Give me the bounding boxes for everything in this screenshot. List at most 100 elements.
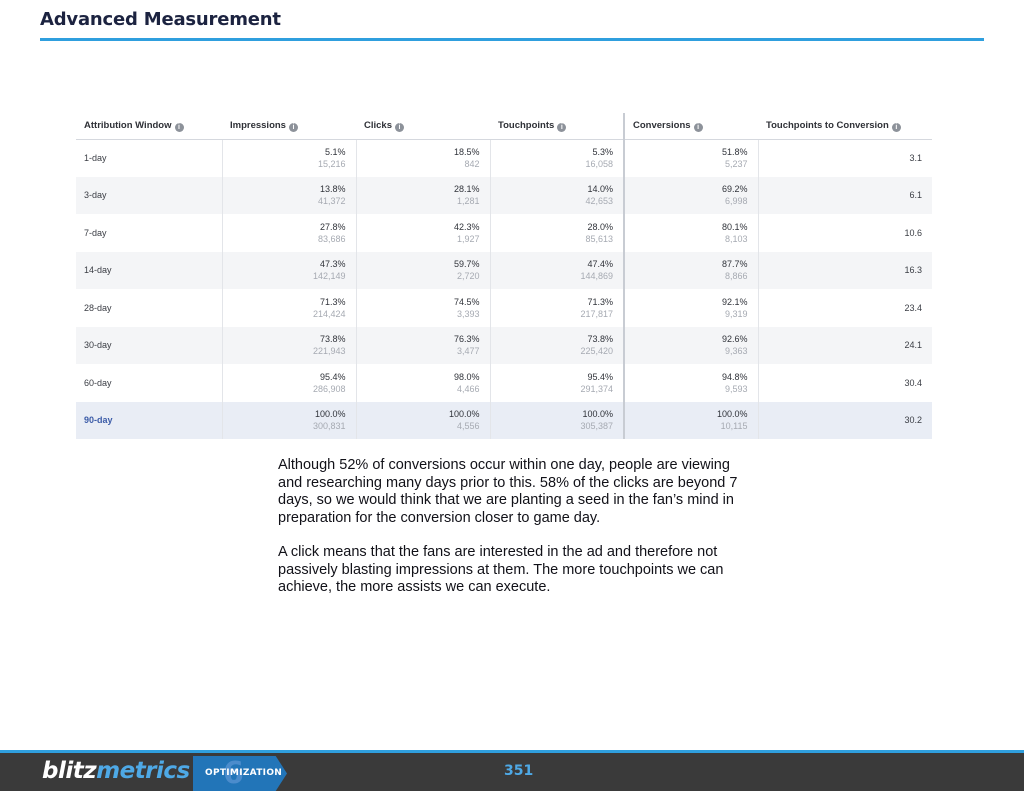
info-icon[interactable]: i [395,122,404,132]
table-row[interactable]: 90-day 100.0% 300,831 100.0% 4,556 100.0% 305,… [76,401,932,439]
touchpoints-count: 42,653 [585,196,613,207]
touchpoints-count: 291,374 [580,383,613,394]
clicks-percent: 28.1% [453,184,480,195]
cell-clicks: 28.1% 1,281 [355,176,490,214]
cell-impressions: 100.0% 300,831 [221,401,356,439]
clicks-percent: 98.0% [453,371,480,382]
info-icon[interactable]: i [557,122,567,132]
impressions-count: 300,831 [312,421,346,432]
touchpoints-count: 16,058 [585,159,613,169]
table-row[interactable]: 28-day 71.3% 214,424 74.5% 3,393 71.3% 217,817… [76,289,932,327]
table-body: 1-day 5.1% 15,216 18.5% 842 5.3% 16,058 51.8% 5,… [76,139,932,439]
cell-impressions: 73.8% 221,943 [221,326,356,364]
table-row[interactable]: 1-day 5.1% 15,216 18.5% 842 5.3% 16,058 51.8% 5,… [76,139,932,177]
info-icon[interactable]: i [693,122,703,132]
touchpoints-percent: 14.0% [587,184,613,195]
touchpoints-count: 217,817 [580,308,613,319]
column-header-conversions[interactable]: Conversions i [623,113,758,140]
touchpoints-percent: 73.8% [587,334,613,345]
cell-clicks: 98.0% 4,466 [355,364,490,402]
cell-clicks: 18.5% 842 [355,139,490,177]
blitzmetrics-logo: blitzmetrics [42,758,190,784]
conversions-percent: 80.1% [721,221,748,232]
cell-touchpoints: 14.0% 42,653 [489,176,624,214]
impressions-count: 221,943 [312,346,346,357]
cell-attribution-window: 14-day [76,251,222,289]
cell-attribution-window: 7-day [84,227,107,238]
title-divider [40,38,984,41]
cell-clicks: 42.3% 1,927 [355,214,490,252]
conversions-count: 5,237 [724,159,748,169]
table-row[interactable]: 3-day 13.8% 41,372 28.1% 1,281 14.0% 42,653 69.… [76,176,932,214]
section-label: OPTIMIZATION [205,768,283,778]
impressions-count: 83,686 [317,233,346,244]
cell-attribution-window: 30-day [76,326,222,364]
clicks-count: 842 [464,159,480,169]
column-header-touchpoints[interactable]: Touchpoints i [490,113,624,140]
cell-impressions: 13.8% 41,372 [221,176,356,214]
touchpoints-percent: 71.3% [587,296,613,307]
body-text: Although 52% of conversions occur within… [278,457,754,614]
clicks-count: 3,477 [456,346,480,357]
column-header-attribution-window[interactable]: Attribution Window i [76,113,222,140]
touchpoints-percent: 28.0% [587,221,613,232]
cell-attribution-window: 28-day [84,302,112,313]
body-paragraph-1: Although 52% of conversions occur within… [278,457,738,526]
cell-attribution-window: 1-day [84,153,107,163]
conversions-count: 9,319 [724,308,748,319]
cell-clicks: 74.5% 3,393 [355,289,490,327]
table-header-row: Attribution Window i Impressions i Clicks i… [76,113,932,140]
clicks-percent: 100.0% [448,409,480,420]
cell-touchpoints-to-conversion: 23.4 [757,289,932,327]
clicks-percent: 18.5% [453,147,480,157]
cell-attribution-window: 90-day [76,401,222,439]
conversions-percent: 100.0% [716,409,748,420]
impressions-percent: 13.8% [319,184,346,195]
attribution-table-container: Attribution Window i Impressions i Clicks i… [76,113,932,439]
body-paragraph-2: A click means that the fans are interest… [278,544,724,595]
clicks-percent: 74.5% [453,296,480,307]
section-badge: 6 OPTIMIZATION [193,756,287,791]
impressions-percent: 95.4% [319,371,346,382]
column-header-clicks[interactable]: Clicks i [356,113,490,140]
conversions-count: 8,866 [724,271,748,282]
cell-conversions: 87.7% 8,866 [623,251,758,289]
table-row[interactable]: 60-day 95.4% 286,908 98.0% 4,466 95.4% 291,374… [76,364,932,402]
cell-clicks: 76.3% 3,477 [355,326,490,364]
table-row[interactable]: 14-day 47.3% 142,149 59.7% 2,720 47.4% 144,869… [76,251,932,289]
conversions-count: 9,593 [724,383,748,394]
conversions-percent: 51.8% [721,147,748,157]
clicks-percent: 42.3% [453,221,480,232]
cell-touchpoints-to-conversion: 24.1 [757,326,932,364]
cell-impressions: 95.4% 286,908 [221,364,356,402]
clicks-count: 4,466 [456,383,480,394]
clicks-count: 3,393 [456,308,480,319]
cell-touchpoints: 5.3% 16,058 [489,139,624,177]
conversions-percent: 87.7% [721,259,748,270]
conversions-count: 10,115 [720,421,748,432]
cell-touchpoints-to-conversion: 30.4 [757,364,932,402]
cell-touchpoints-to-conversion: 3.1 [757,139,932,177]
impressions-percent: 27.8% [319,221,346,232]
info-icon[interactable]: i [288,122,298,132]
clicks-count: 2,720 [456,271,480,282]
touchpoints-percent: 47.4% [587,259,613,270]
cell-conversions: 100.0% 10,115 [623,401,758,439]
info-icon[interactable]: i [174,122,184,132]
touchpoints-percent: 95.4% [587,371,613,382]
cell-touchpoints: 47.4% 144,869 [489,251,624,289]
cell-conversions: 92.6% 9,363 [623,326,758,364]
cell-impressions: 5.1% 15,216 [221,139,356,177]
touchpoints-percent: 100.0% [582,409,613,420]
table-row[interactable]: 7-day 27.8% 83,686 42.3% 1,927 28.0% 85,613 80.… [76,214,932,252]
touchpoints-percent: 5.3% [592,147,613,157]
cell-touchpoints: 95.4% 291,374 [489,364,624,402]
cell-clicks: 100.0% 4,556 [355,401,490,439]
touchpoints-count: 225,420 [580,346,613,357]
touchpoints-count: 305,387 [580,421,613,432]
cell-conversions: 92.1% 9,319 [623,289,758,327]
column-header-touchpoints-to-conversion[interactable]: Touchpoints to Conversion i [758,113,932,140]
info-icon[interactable]: i [891,122,901,132]
column-header-impressions[interactable]: Impressions i [222,113,356,140]
table-row[interactable]: 30-day 73.8% 221,943 76.3% 3,477 73.8% 225,420… [76,326,932,364]
